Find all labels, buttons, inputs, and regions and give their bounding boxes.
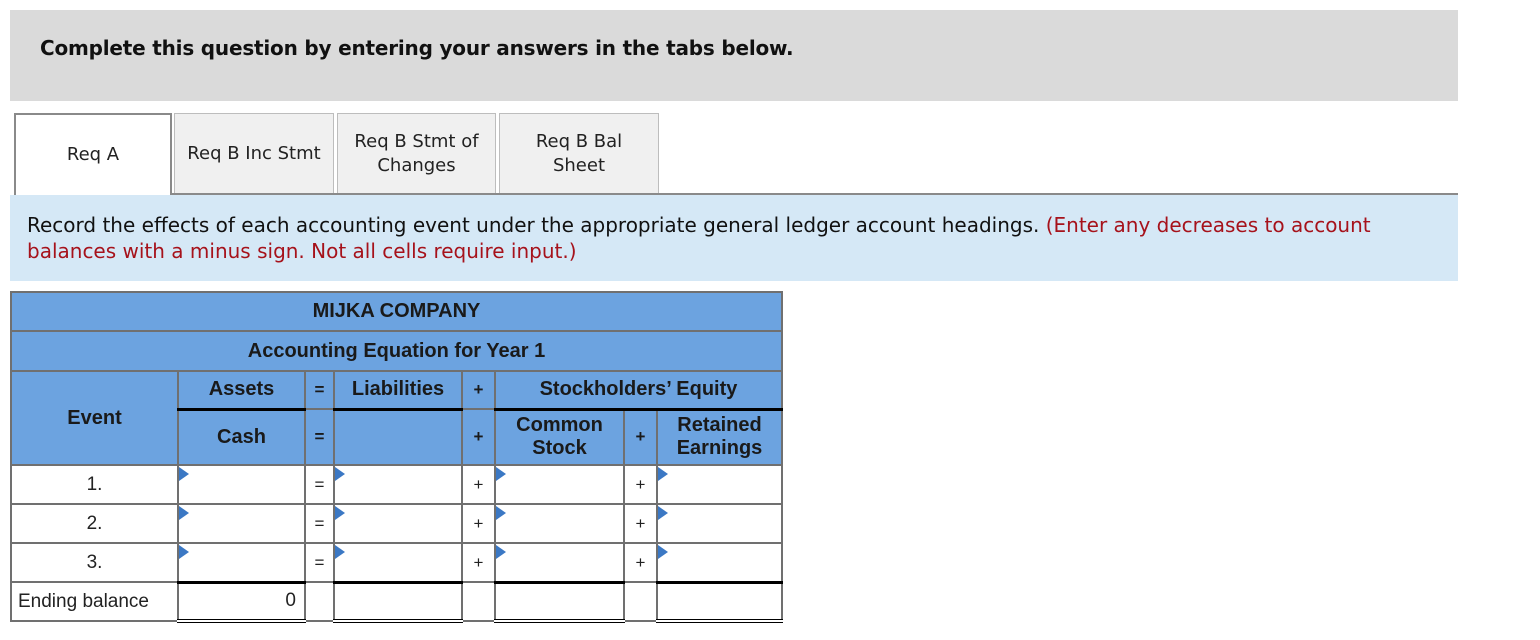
retained-earnings-input[interactable] <box>658 544 781 581</box>
table-title: Accounting Equation for Year 1 <box>10 330 783 372</box>
assets-header: Assets <box>177 370 306 411</box>
event-header: Event <box>10 370 179 466</box>
common-stock-input[interactable] <box>496 544 623 581</box>
ending-plus-blank <box>461 581 496 622</box>
event-label: 1. <box>10 464 179 505</box>
dropdown-marker-icon <box>179 467 189 481</box>
event-label: 3. <box>10 542 179 583</box>
plus-subheader-2: + <box>623 408 658 466</box>
dropdown-marker-icon <box>658 506 668 520</box>
retained-earnings-line1: Retained <box>677 414 762 437</box>
ending-retained-earnings-value <box>656 580 783 623</box>
instructions-panel: Record the effects of each accounting ev… <box>10 195 1458 281</box>
liabilities-header: Liabilities <box>333 370 463 411</box>
cash-input[interactable] <box>179 466 304 503</box>
liabilities-input[interactable] <box>335 505 461 542</box>
common-stock-cell <box>494 542 625 583</box>
retained-earnings-cell <box>656 542 783 583</box>
plus-header: + <box>461 370 496 410</box>
equals-subheader: = <box>304 408 335 466</box>
instructions-main: Record the effects of each accounting ev… <box>27 213 1046 237</box>
table-row: 3. = + + <box>10 542 783 583</box>
dropdown-marker-icon <box>496 545 506 559</box>
equals-header: = <box>304 370 335 410</box>
tab-req-b-inc-stmt[interactable]: Req B Inc Stmt <box>174 113 334 193</box>
dropdown-marker-icon <box>658 545 668 559</box>
retained-earnings-header: Retained Earnings <box>656 408 783 466</box>
dropdown-marker-icon <box>658 467 668 481</box>
plus-subheader: + <box>461 408 496 466</box>
cash-input[interactable] <box>179 505 304 542</box>
plus-sign: + <box>461 464 496 505</box>
tab-req-b-bal-sheet[interactable]: Req B Bal Sheet <box>499 113 659 193</box>
liabilities-subheader <box>333 408 463 466</box>
plus-sign: + <box>623 503 658 544</box>
retained-earnings-input[interactable] <box>658 505 781 542</box>
dropdown-marker-icon <box>335 467 345 481</box>
equals-sign: = <box>304 503 335 544</box>
liabilities-cell <box>333 503 463 544</box>
ending-plus-blank-2 <box>623 581 658 622</box>
banner-text: Complete this question by entering your … <box>40 36 794 60</box>
retained-earnings-input[interactable] <box>658 466 781 503</box>
instruction-banner: Complete this question by entering your … <box>10 10 1458 101</box>
equals-sign: = <box>304 542 335 583</box>
common-stock-line1: Common <box>516 414 603 437</box>
liabilities-cell <box>333 464 463 505</box>
dropdown-marker-icon <box>179 506 189 520</box>
plus-sign: + <box>461 503 496 544</box>
dropdown-marker-icon <box>179 545 189 559</box>
ending-common-stock-value <box>494 580 625 623</box>
table-row: 1. = + + <box>10 464 783 505</box>
tab-req-b-stmt-of-changes[interactable]: Req B Stmt of Changes <box>337 113 496 193</box>
plus-sign: + <box>623 542 658 583</box>
ending-liabilities-value <box>333 580 463 623</box>
company-name: MIJKA COMPANY <box>10 291 783 332</box>
common-stock-line2: Stock <box>532 437 587 460</box>
common-stock-cell <box>494 464 625 505</box>
liabilities-input[interactable] <box>335 466 461 503</box>
common-stock-cell <box>494 503 625 544</box>
plus-sign: + <box>461 542 496 583</box>
retained-earnings-line2: Earnings <box>676 437 763 460</box>
cash-cell <box>177 503 306 544</box>
ending-balance-row: Ending balance 0 <box>10 580 783 623</box>
cash-header: Cash <box>177 408 306 466</box>
stockholders-equity-header: Stockholders’ Equity <box>494 370 783 411</box>
dropdown-marker-icon <box>496 506 506 520</box>
table-row: 2. = + + <box>10 503 783 544</box>
accounting-equation-table: MIJKA COMPANY Accounting Equation for Ye… <box>10 291 783 623</box>
tab-req-a[interactable]: Req A <box>14 113 172 195</box>
dropdown-marker-icon <box>496 467 506 481</box>
common-stock-input[interactable] <box>496 466 623 503</box>
retained-earnings-cell <box>656 464 783 505</box>
cash-input[interactable] <box>179 544 304 581</box>
common-stock-header: Common Stock <box>494 408 625 466</box>
instructions-text: Record the effects of each accounting ev… <box>27 212 1437 264</box>
ending-cash-value: 0 <box>177 580 306 623</box>
plus-sign: + <box>623 464 658 505</box>
cash-cell <box>177 542 306 583</box>
liabilities-input[interactable] <box>335 544 461 581</box>
dropdown-marker-icon <box>335 506 345 520</box>
event-label: 2. <box>10 503 179 544</box>
dropdown-marker-icon <box>335 545 345 559</box>
cash-cell <box>177 464 306 505</box>
liabilities-cell <box>333 542 463 583</box>
common-stock-input[interactable] <box>496 505 623 542</box>
equals-sign: = <box>304 464 335 505</box>
ending-balance-label: Ending balance <box>10 581 179 622</box>
ending-equals-blank <box>304 581 335 622</box>
retained-earnings-cell <box>656 503 783 544</box>
